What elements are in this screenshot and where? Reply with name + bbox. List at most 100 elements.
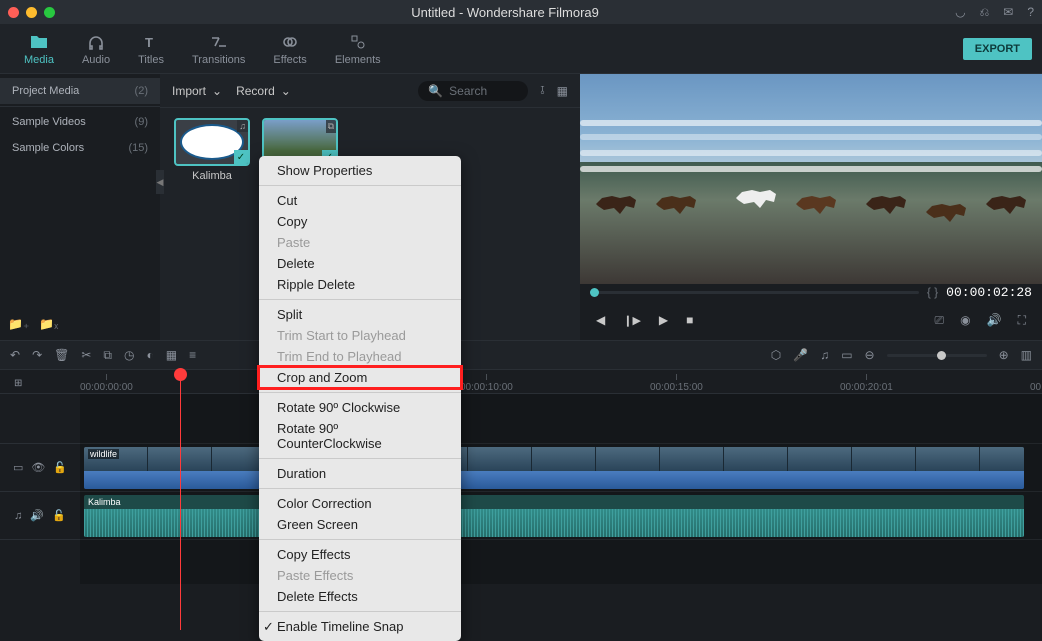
ruler-tick: 00:00:25:01 (1030, 374, 1042, 393)
prev-frame-button[interactable]: ◀ (596, 313, 605, 327)
tab-label: Titles (138, 54, 164, 66)
track-lanes[interactable]: wildlife Kalimba (80, 394, 1042, 584)
menu-item-delete-effects[interactable]: Delete Effects (259, 586, 461, 607)
menu-item-copy-effects[interactable]: Copy Effects (259, 544, 461, 565)
scrub-head[interactable] (590, 288, 599, 297)
timeline-ruler[interactable]: ⊞ 00:00:00:0000:00:05:0000:00:10:0000:00… (0, 370, 1042, 394)
menu-item-rotate-90-clockwise[interactable]: Rotate 90º Clockwise (259, 397, 461, 418)
delete-icon[interactable]: 🗑 (54, 348, 69, 362)
menu-separator (259, 488, 461, 489)
export-button[interactable]: EXPORT (963, 38, 1032, 60)
video-lane[interactable]: wildlife (80, 444, 1042, 492)
tab-media[interactable]: Media (10, 32, 68, 66)
preview-scrubber[interactable]: { } 00:00:02:28 (580, 284, 1042, 300)
tab-audio[interactable]: Audio (68, 32, 124, 66)
scrub-track[interactable] (590, 291, 919, 294)
zoom-in-icon[interactable]: ⊕ (999, 348, 1009, 362)
redo-icon[interactable]: ↷ (32, 348, 42, 362)
volume-icon[interactable]: 🔊 (987, 313, 1002, 327)
sidebar-item-label: Sample Colors (12, 142, 84, 154)
menu-item-label: Split (277, 307, 302, 322)
menu-item-crop-and-zoom[interactable]: Crop and Zoom (259, 367, 461, 388)
menu-item-enable-timeline-snap[interactable]: ✓Enable Timeline Snap (259, 616, 461, 637)
time-brackets[interactable]: { } (927, 285, 938, 299)
quality-icon[interactable]: ⎚ (935, 313, 945, 328)
menu-item-copy[interactable]: Copy (259, 211, 461, 232)
minimize-window[interactable] (26, 7, 37, 18)
zoom-out-icon[interactable]: ⊖ (865, 348, 875, 362)
mute-icon[interactable]: 🔊 (30, 509, 44, 522)
menu-item-rotate-90-counterclockwise[interactable]: Rotate 90º CounterClockwise (259, 418, 461, 454)
settings-icon[interactable]: ≡ (189, 348, 196, 362)
visibility-icon[interactable]: 👁 (31, 461, 45, 474)
manage-tracks-icon[interactable]: ⊞ (14, 378, 22, 389)
stop-button[interactable]: ■ (686, 313, 693, 327)
effects-icon (280, 32, 300, 52)
lock-icon[interactable]: 🔓 (53, 461, 67, 474)
sidebar-item-sample-videos[interactable]: Sample Videos (9) (0, 109, 160, 135)
video-track-header[interactable]: ▭ 👁 🔓 (0, 444, 80, 492)
menu-item-label: Copy (277, 214, 307, 229)
split-icon[interactable]: ✂ (81, 348, 91, 362)
fullscreen-icon[interactable]: ⛶ (1018, 313, 1026, 328)
menu-item-show-properties[interactable]: Show Properties (259, 160, 461, 181)
notifications-icon[interactable]: ✉ (1003, 5, 1013, 20)
menu-item-ripple-delete[interactable]: Ripple Delete (259, 274, 461, 295)
zoom-fit-icon[interactable]: ▥ (1021, 348, 1032, 362)
tab-transitions[interactable]: Transitions (178, 32, 259, 66)
menu-item-split[interactable]: Split (259, 304, 461, 325)
empty-lane[interactable] (80, 394, 1042, 444)
filter-icon[interactable]: ⫱ (540, 83, 544, 98)
marker-icon[interactable]: ⬡ (771, 348, 781, 362)
sidebar-collapse-button[interactable]: ◀ (156, 170, 164, 194)
audio-lane[interactable]: Kalimba (80, 492, 1042, 540)
lock-icon[interactable]: 🔓 (52, 509, 66, 522)
undo-icon[interactable]: ↶ (10, 348, 20, 362)
menu-item-delete[interactable]: Delete (259, 253, 461, 274)
import-dropdown[interactable]: Import ⌄ (172, 84, 222, 98)
zoom-slider[interactable] (887, 354, 987, 357)
maximize-window[interactable] (44, 7, 55, 18)
sidebar-actions: 📁₊ 📁ₓ (8, 317, 58, 331)
audio-track-header[interactable]: ♫ 🔊 🔓 (0, 492, 80, 540)
menu-item-trim-end-to-playhead: Trim End to Playhead (259, 346, 461, 367)
snapshot-icon[interactable]: ◉ (960, 313, 970, 327)
sidebar-item-project-media[interactable]: Project Media (2) (0, 78, 160, 104)
preview-panel: { } 00:00:02:28 ◀ ❙▶ ▶ ■ ⎚ ◉ 🔊 ⛶ (580, 74, 1042, 340)
ruler-tick-label: 00:00:20:01 (840, 382, 893, 393)
audio-clip-kalimba[interactable]: Kalimba (84, 495, 1024, 537)
menu-item-label: Paste (277, 235, 310, 250)
menu-item-green-screen[interactable]: Green Screen (259, 514, 461, 535)
account-icon[interactable]: ◡ (955, 5, 965, 20)
sidebar-item-sample-colors[interactable]: Sample Colors (15) (0, 135, 160, 161)
record-dropdown[interactable]: Record ⌄ (236, 84, 291, 98)
add-folder-icon[interactable]: 📁₊ (8, 317, 29, 331)
crop-icon[interactable]: ⧉ (103, 348, 112, 363)
greenscreen-icon[interactable]: ▦ (166, 348, 177, 362)
play-pause-button[interactable]: ❙▶ (623, 314, 641, 327)
tab-elements[interactable]: Elements (321, 32, 395, 66)
video-clip-wildlife[interactable]: wildlife (84, 447, 1024, 489)
menu-item-color-correction[interactable]: Color Correction (259, 493, 461, 514)
audiomix-icon[interactable]: ♫ (820, 348, 829, 362)
play-button[interactable]: ▶ (659, 313, 668, 327)
cart-icon[interactable]: ⎌ (980, 5, 990, 20)
remove-folder-icon[interactable]: 📁ₓ (39, 317, 58, 331)
menu-item-cut[interactable]: Cut (259, 190, 461, 211)
ruler-tick: 00:00:10:00 (460, 374, 513, 393)
speed-icon[interactable]: ◷ (124, 348, 134, 362)
menu-item-duration[interactable]: Duration (259, 463, 461, 484)
zoom-knob[interactable] (937, 351, 946, 360)
preview-viewport[interactable] (580, 74, 1042, 284)
grid-view-icon[interactable]: ▦ (557, 84, 568, 98)
help-icon[interactable]: ? (1027, 5, 1034, 20)
tab-titles[interactable]: T Titles (124, 32, 178, 66)
close-window[interactable] (8, 7, 19, 18)
media-item-kalimba[interactable]: ♫ ✓ Kalimba (176, 120, 248, 182)
render-icon[interactable]: ▭ (841, 348, 852, 362)
mic-icon[interactable]: 🎤 (793, 348, 808, 362)
playhead[interactable] (180, 370, 181, 630)
color-icon[interactable]: ◐ (146, 348, 153, 362)
tab-effects[interactable]: Effects (259, 32, 320, 66)
search-input[interactable]: 🔍 Search (418, 81, 528, 101)
